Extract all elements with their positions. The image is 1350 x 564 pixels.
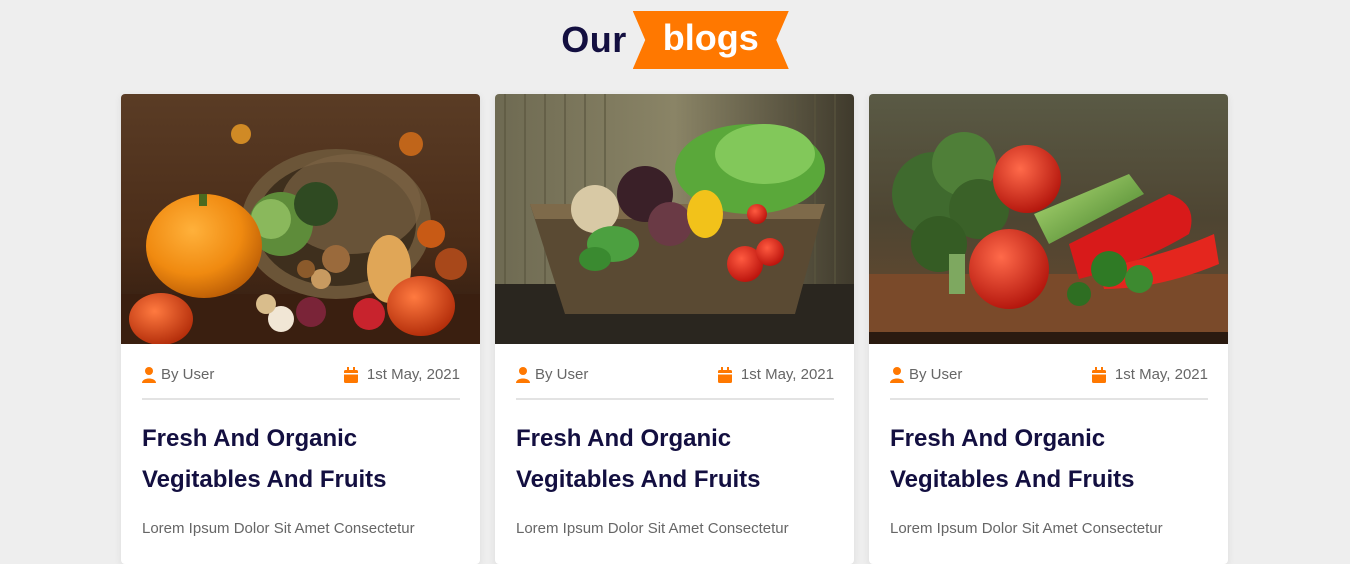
card-body: By User 1st May, 2021 Fresh And Organic …: [495, 344, 854, 541]
calendar-icon: [717, 366, 732, 383]
author-label: By User: [909, 366, 963, 383]
date[interactable]: 1st May, 2021: [1091, 366, 1208, 383]
card-text: Lorem Ipsum Dolor Sit Amet Consectetur: [890, 520, 1163, 537]
card-body: By User 1st May, 2021 Fresh And Organic …: [869, 344, 1228, 541]
card-title[interactable]: Fresh And Organic Vegitables And Fruits: [516, 418, 834, 500]
user-icon: [890, 366, 904, 383]
pumpkin-basket-image: [121, 94, 480, 344]
card-meta: By User 1st May, 2021: [890, 366, 1208, 400]
author[interactable]: By User: [142, 366, 214, 383]
heading-highlight: blogs: [632, 11, 789, 69]
card-title[interactable]: Fresh And Organic Vegitables And Fruits: [890, 418, 1208, 500]
heading-prefix: Our: [561, 19, 627, 60]
date-label: 1st May, 2021: [1114, 366, 1208, 383]
card-meta: By User 1st May, 2021: [142, 366, 460, 400]
date-label: 1st May, 2021: [366, 366, 460, 383]
card-meta: By User 1st May, 2021: [516, 366, 834, 400]
author-label: By User: [535, 366, 589, 383]
heading-wrapper: Our blogs: [561, 11, 789, 69]
author[interactable]: By User: [890, 366, 962, 383]
blog-image: [869, 94, 1228, 344]
blog-image: [121, 94, 480, 344]
author[interactable]: By User: [516, 366, 588, 383]
blog-card[interactable]: By User 1st May, 2021 Fresh And Organic …: [495, 94, 854, 564]
blog-cards: By User 1st May, 2021 Fresh And Organic …: [121, 94, 1228, 564]
blog-image: [495, 94, 854, 344]
date[interactable]: 1st May, 2021: [343, 366, 460, 383]
calendar-icon: [1091, 366, 1106, 383]
card-body: By User 1st May, 2021 Fresh And Organic …: [121, 344, 480, 541]
blog-card[interactable]: By User 1st May, 2021 Fresh And Organic …: [121, 94, 480, 564]
author-label: By User: [161, 366, 215, 383]
calendar-icon: [343, 366, 358, 383]
card-title[interactable]: Fresh And Organic Vegitables And Fruits: [142, 418, 460, 500]
vegetable-basket-image: [495, 94, 854, 344]
date-label: 1st May, 2021: [740, 366, 834, 383]
date[interactable]: 1st May, 2021: [717, 366, 834, 383]
user-icon: [516, 366, 530, 383]
card-text: Lorem Ipsum Dolor Sit Amet Consectetur: [142, 520, 415, 537]
blog-card[interactable]: By User 1st May, 2021 Fresh And Organic …: [869, 94, 1228, 564]
user-icon: [142, 366, 156, 383]
card-text: Lorem Ipsum Dolor Sit Amet Consectetur: [516, 520, 789, 537]
section-heading: Our blogs: [0, 10, 1350, 70]
broccoli-tomatoes-image: [869, 94, 1228, 344]
